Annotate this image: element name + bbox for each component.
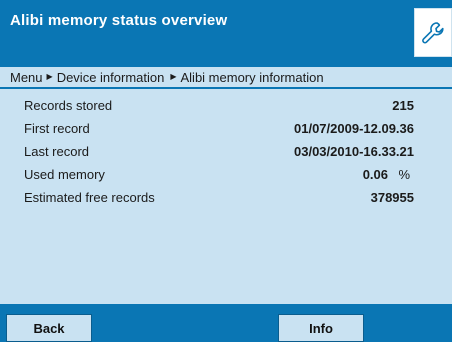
header-bar: Alibi memory status overview <box>0 0 452 64</box>
row-last-record: Last record 03/03/2010-16.33.21 <box>24 140 414 163</box>
row-label: Last record <box>24 144 90 159</box>
row-label: Estimated free records <box>24 190 155 205</box>
row-value: 215 <box>392 98 414 113</box>
breadcrumb-item-device-information[interactable]: Device information <box>57 70 165 85</box>
breadcrumb-item-alibi-memory: Alibi memory information <box>180 69 324 85</box>
row-estimated-free-records: Estimated free records 378955 <box>24 186 414 209</box>
alibi-memory-screen: Alibi memory status overview Menu ▶ Devi… <box>0 0 452 342</box>
triangle-right-icon: ▶ <box>170 71 177 81</box>
row-value: 03/03/2010-16.33.21 <box>294 144 414 159</box>
row-label: First record <box>24 121 90 136</box>
row-unit: % <box>398 167 410 182</box>
row-value: 0.06 <box>362 167 388 182</box>
row-first-record: First record 01/07/2009-12.09.36 <box>24 117 414 140</box>
breadcrumb-item-menu[interactable]: Menu <box>10 70 43 85</box>
settings-button[interactable] <box>414 8 452 57</box>
page-title: Alibi memory status overview <box>10 12 228 29</box>
row-value: 01/07/2009-12.09.36 <box>294 121 414 136</box>
info-panel: Records stored 215 First record 01/07/20… <box>0 89 452 304</box>
triangle-right-icon: ▶ <box>46 71 53 81</box>
wrench-icon <box>422 21 444 43</box>
row-value: 378955 <box>370 190 414 205</box>
info-button[interactable]: Info <box>278 314 364 342</box>
back-button[interactable]: Back <box>6 314 92 342</box>
row-label: Used memory <box>24 167 105 182</box>
row-used-memory: Used memory 0.06 % <box>24 163 414 186</box>
breadcrumb: Menu ▶ Device information ▶ Alibi memory… <box>0 67 452 89</box>
row-label: Records stored <box>24 98 113 113</box>
row-records-stored: Records stored 215 <box>24 94 414 117</box>
